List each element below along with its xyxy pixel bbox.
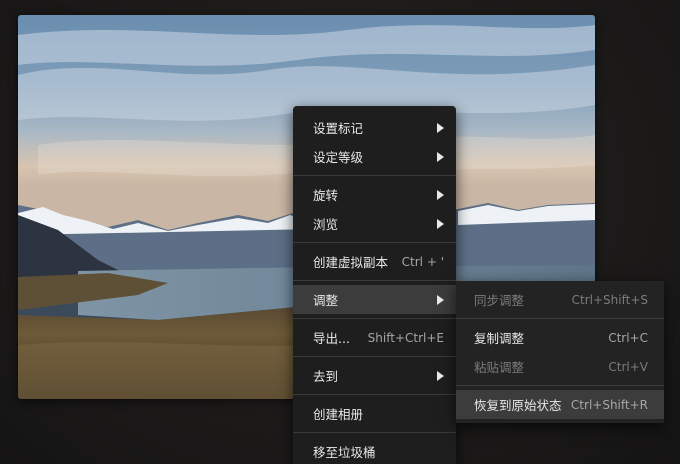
- menu-separator: [293, 280, 456, 281]
- adjust-submenu: 同步调整 Ctrl+Shift+S 复制调整 Ctrl+C 粘贴调整 Ctrl+…: [456, 281, 664, 423]
- submenu-item-label: 恢复到原始状态: [474, 398, 562, 413]
- menu-item-label: 去到: [313, 369, 339, 384]
- menu-item-label: 创建虚拟副本: [313, 255, 389, 270]
- menu-item-export[interactable]: 导出... Shift+Ctrl+E: [293, 323, 456, 352]
- submenu-item-revert-to-original[interactable]: 恢复到原始状态 Ctrl+Shift+R: [456, 390, 664, 419]
- menu-item-set-flag[interactable]: 设置标记: [293, 113, 456, 142]
- photo-viewer: 设置标记 设定等级 旋转 浏览 创建虚拟副本 Ctrl + ' 调整 导出...: [0, 0, 680, 464]
- submenu-separator: [456, 385, 664, 386]
- menu-item-adjust[interactable]: 调整: [293, 285, 456, 314]
- menu-item-set-rating[interactable]: 设定等级: [293, 142, 456, 171]
- context-menu: 设置标记 设定等级 旋转 浏览 创建虚拟副本 Ctrl + ' 调整 导出...: [293, 106, 456, 464]
- menu-item-go-to[interactable]: 去到: [293, 361, 456, 390]
- submenu-separator: [456, 318, 664, 319]
- menu-item-label: 创建相册: [313, 407, 364, 422]
- menu-item-move-to-trash[interactable]: 移至垃圾桶: [293, 437, 456, 464]
- menu-separator: [293, 356, 456, 357]
- menu-item-label: 导出...: [313, 331, 350, 346]
- submenu-item-paste-adjustments[interactable]: 粘贴调整 Ctrl+V: [456, 352, 664, 381]
- menu-item-create-virtual-copy[interactable]: 创建虚拟副本 Ctrl + ': [293, 247, 456, 276]
- menu-separator: [293, 242, 456, 243]
- submenu-arrow-icon: [437, 151, 444, 162]
- submenu-item-label: 同步调整: [474, 293, 525, 308]
- submenu-item-shortcut: Ctrl+Shift+R: [570, 397, 648, 412]
- menu-item-label: 调整: [313, 293, 339, 308]
- submenu-item-label: 复制调整: [474, 331, 525, 346]
- menu-item-shortcut: Ctrl + ': [401, 254, 444, 269]
- menu-separator: [293, 394, 456, 395]
- menu-separator: [293, 175, 456, 176]
- menu-item-label: 设定等级: [313, 150, 364, 165]
- submenu-item-shortcut: Ctrl+C: [608, 330, 648, 345]
- submenu-item-sync-adjustments[interactable]: 同步调整 Ctrl+Shift+S: [456, 285, 664, 314]
- menu-item-browse[interactable]: 浏览: [293, 209, 456, 238]
- menu-separator: [293, 432, 456, 433]
- submenu-arrow-icon: [437, 218, 444, 229]
- submenu-arrow-icon: [437, 294, 444, 305]
- menu-item-rotate[interactable]: 旋转: [293, 180, 456, 209]
- menu-separator: [293, 318, 456, 319]
- submenu-item-label: 粘贴调整: [474, 360, 525, 375]
- submenu-item-shortcut: Ctrl+Shift+S: [571, 292, 648, 307]
- menu-item-label: 移至垃圾桶: [313, 445, 376, 460]
- submenu-item-copy-adjustments[interactable]: 复制调整 Ctrl+C: [456, 323, 664, 352]
- submenu-arrow-icon: [437, 189, 444, 200]
- submenu-arrow-icon: [437, 370, 444, 381]
- menu-item-shortcut: Shift+Ctrl+E: [367, 330, 444, 345]
- submenu-item-shortcut: Ctrl+V: [608, 359, 648, 374]
- submenu-arrow-icon: [437, 122, 444, 133]
- menu-item-label: 设置标记: [313, 121, 364, 136]
- menu-item-label: 旋转: [313, 188, 339, 203]
- menu-item-create-album[interactable]: 创建相册: [293, 399, 456, 428]
- menu-item-label: 浏览: [313, 217, 339, 232]
